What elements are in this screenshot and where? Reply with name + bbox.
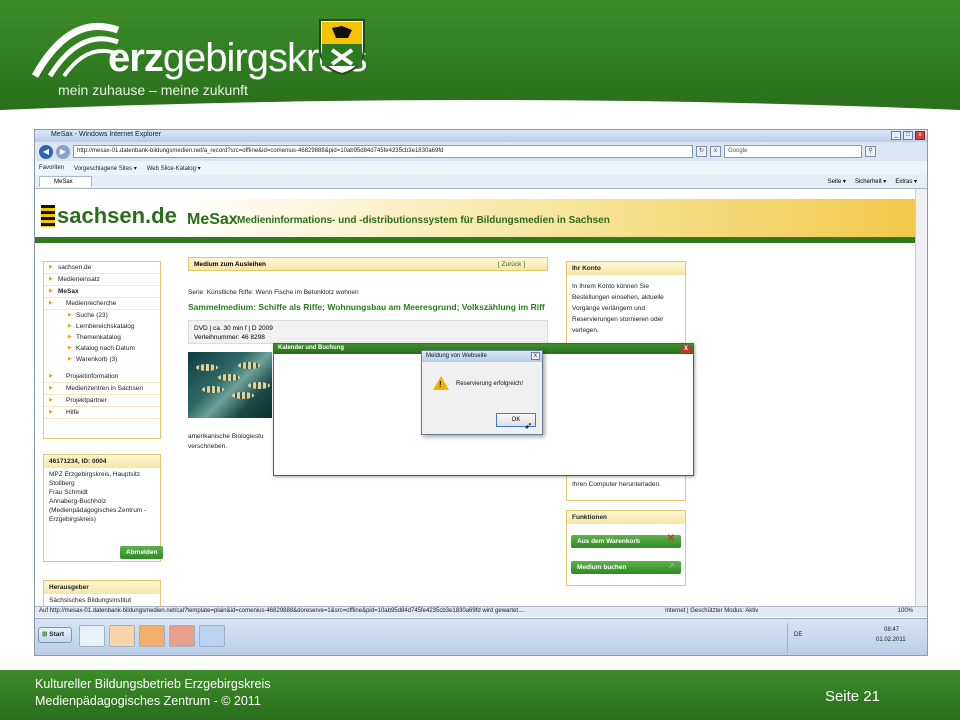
account-text: In Ihrem Konto können Sie Bestellungen e… <box>572 283 664 334</box>
minimize-icon[interactable]: _ <box>891 131 901 140</box>
medium-title: Sammelmedium: Schiffe als Riffe; Wohnung… <box>188 302 545 312</box>
message-dialog: Meldung von Webseite x ! Reservierung er… <box>421 350 543 435</box>
book-arrow-icon: ➚ <box>668 561 675 570</box>
windows-logo-icon: ⊞ <box>42 631 48 638</box>
tab-mesax[interactable]: MeSax <box>39 176 92 187</box>
clock-date: 01.02.2011 <box>876 637 906 643</box>
back-link[interactable]: [ Zurück ] <box>498 261 525 268</box>
nav-themenkatalog[interactable]: Themenkatalog <box>44 332 160 343</box>
mesax-header: sachsen.de MeSax Medieninformations- und… <box>35 189 915 243</box>
web-slice-link[interactable]: Web Slice-Katalog ▾ <box>147 165 201 172</box>
page-number: Seite 21 <box>824 688 880 705</box>
breadcrumb-sachsen[interactable]: sachsen.de <box>44 262 160 274</box>
status-url: Auf http://mesax-01.datenbank-bildungsme… <box>39 608 525 614</box>
calendar-close-icon[interactable]: X <box>681 345 691 353</box>
mouse-cursor-icon: ➶ <box>524 421 533 432</box>
nav-hilfe[interactable]: Hilfe <box>44 407 160 419</box>
security-menu[interactable]: Sicherheit ▾ <box>855 178 886 185</box>
search-icon[interactable]: ⚲ <box>865 146 876 157</box>
footer-line-2: Medienpädagogisches Zentrum - © 2011 <box>35 694 261 708</box>
account-tail: Ihren Computer herunterladen. <box>572 481 661 488</box>
tab-bar: MeSax Seite ▾ Sicherheit ▾ Extras ▾ <box>35 175 927 189</box>
header-curve <box>0 100 960 126</box>
window-title: MeSax - Windows Internet Explorer <box>51 131 162 138</box>
refresh-icon[interactable]: ↻ <box>696 146 707 157</box>
maximize-icon[interactable]: □ <box>903 131 913 140</box>
extras-menu[interactable]: Extras ▾ <box>895 178 917 185</box>
remove-x-icon: ✕ <box>666 533 675 544</box>
footer-line-1: Kultureller Bildungsbetrieb Erzgebirgskr… <box>35 677 271 691</box>
favorites-button[interactable]: Favoriten <box>39 165 64 171</box>
nav-warenkorb[interactable]: Warenkorb (3) <box>44 354 160 365</box>
search-input[interactable]: Google <box>724 145 862 158</box>
breadcrumb-medieneinsatz[interactable]: Medieneinsatz <box>44 274 160 286</box>
coat-of-arms-icon <box>319 19 365 76</box>
close-icon[interactable]: x <box>915 131 925 140</box>
page-menu[interactable]: Seite ▾ <box>828 178 846 185</box>
erzgebirgskreis-arc-logo <box>31 22 120 78</box>
functions-box: Funktionen Aus dem Warenkorb ✕ Medium buc… <box>566 510 686 586</box>
stop-icon[interactable]: x <box>710 146 721 157</box>
page-scrollbar[interactable] <box>915 189 927 606</box>
nav-katalog-datum[interactable]: Katalog nach Datum <box>44 343 160 354</box>
publisher-item[interactable]: Sächsisches Bildungsinstitut <box>44 594 160 606</box>
suggested-sites-link[interactable]: Vorgeschlagene Sites ▾ <box>74 165 137 172</box>
back-icon[interactable]: ◀ <box>39 144 53 159</box>
series-text: Serie: Künstliche Riffe: Wenn Fische im … <box>188 289 359 296</box>
internet-explorer-taskbar-icon[interactable] <box>199 625 225 647</box>
media-player-taskbar-icon[interactable] <box>109 625 135 647</box>
powerpoint-taskbar-icon[interactable] <box>169 625 195 647</box>
address-field[interactable]: http://mesax-01.datenbank-bildungsmedien… <box>73 145 693 158</box>
saxony-flag-icon <box>41 205 55 227</box>
forward-icon[interactable]: ▶ <box>56 144 70 159</box>
security-zone: Internet | Geschützter Modus: Aktiv <box>665 608 759 614</box>
mesax-title: MeSax <box>187 211 238 228</box>
account-title: Ihr Konto <box>567 262 685 275</box>
nav-lernbereichskatalog[interactable]: Lernbereichskatalog <box>44 321 160 332</box>
nav-box: sachsen.de Medieneinsatz MeSax Medienrec… <box>43 261 161 439</box>
firefox-taskbar-icon[interactable] <box>139 625 165 647</box>
fish-image <box>188 352 272 418</box>
explorer-taskbar-icon[interactable] <box>79 625 105 647</box>
publisher-box: Herausgeber Sächsisches Bildungsinstitut <box>43 580 161 606</box>
ie-title-bar: MeSax - Windows Internet Explorer _ □ x <box>35 130 927 142</box>
favorites-bar: Favoriten Vorgeschlagene Sites ▾ Web Sli… <box>35 161 927 175</box>
nav-projektinformation[interactable]: Projektinformation <box>44 371 160 383</box>
zoom-level[interactable]: 100% <box>898 608 913 614</box>
nav-suche[interactable]: Suche (23) <box>44 310 160 321</box>
logout-button[interactable]: Abmelden <box>120 546 164 559</box>
nav-projektpartner[interactable]: Projektpartner <box>44 395 160 407</box>
nav-medienzentren[interactable]: Medienzentren in Sachsen <box>44 383 160 395</box>
book-medium-button[interactable]: Medium buchen ➚ <box>571 561 681 574</box>
user-box-title: 46171234, ID: 0004 <box>44 455 160 468</box>
slide-header: erzgebirgskreis mein zuhause – meine zuk… <box>0 0 960 126</box>
address-toolbar: ◀ ▶ http://mesax-01.datenbank-bildungsme… <box>35 142 927 161</box>
main-head: Medium zum Ausleihen [ Zurück ] <box>188 257 548 271</box>
remove-from-cart-button[interactable]: Aus dem Warenkorb ✕ <box>571 533 681 548</box>
user-box: 46171234, ID: 0004 MPZ Erzgebirgskreis, … <box>43 454 164 562</box>
windows-taskbar: ⊞ Start DE 08:47 01.02.2011 <box>35 618 927 655</box>
message-text: Reservierung erfolgreich! <box>456 381 524 387</box>
start-button[interactable]: ⊞ Start <box>38 627 72 643</box>
nav-medienrecherche[interactable]: Medienrecherche <box>44 298 160 310</box>
message-dialog-title: Meldung von Webseite x <box>422 351 542 362</box>
medium-info: DVD | ca. 30 min f | D 2009 Verleihnumme… <box>188 320 548 344</box>
system-tray: DE 08:47 01.02.2011 <box>787 623 927 653</box>
sachsen-logo[interactable]: sachsen.de <box>41 203 177 229</box>
nav-mesax[interactable]: MeSax <box>44 286 160 298</box>
mesax-subtitle: Medieninformations- und -distributionssy… <box>237 215 610 226</box>
functions-title: Funktionen <box>567 511 685 524</box>
presentation-slide: erzgebirgskreis mein zuhause – meine zuk… <box>0 0 960 720</box>
publisher-title: Herausgeber <box>44 581 160 594</box>
message-close-icon[interactable]: x <box>531 352 540 360</box>
clock-time: 08:47 <box>884 627 900 633</box>
user-address: MPZ Erzgebirgskreis, Hauptsitz Stollberg… <box>49 471 147 523</box>
language-indicator[interactable]: DE <box>794 632 802 638</box>
browser-screenshot: MeSax - Windows Internet Explorer _ □ x … <box>34 129 928 656</box>
ie-status-bar: Auf http://mesax-01.datenbank-bildungsme… <box>35 606 927 617</box>
